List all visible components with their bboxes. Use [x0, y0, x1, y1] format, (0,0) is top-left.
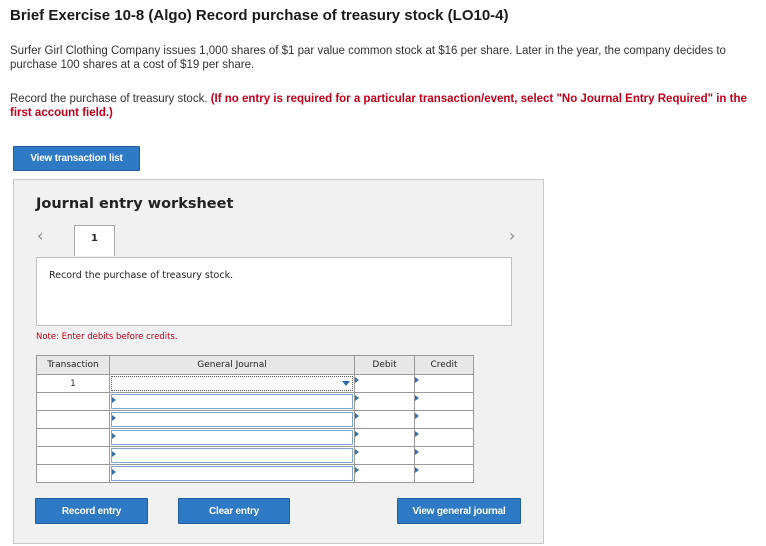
view-general-journal-button[interactable]: View general journal — [397, 498, 521, 524]
transaction-description: Record the purchase of treasury stock. — [49, 270, 234, 281]
chevron-left-icon[interactable]: ‹ — [37, 226, 43, 245]
cell-marker-icon — [415, 413, 419, 419]
chevron-right-icon[interactable]: › — [509, 226, 515, 245]
view-transaction-list-button[interactable]: View transaction list — [13, 146, 140, 171]
worksheet-tab-1[interactable]: 1 — [74, 225, 115, 256]
account-select[interactable] — [109, 446, 355, 465]
transaction-description-box: Record the purchase of treasury stock. — [36, 257, 512, 326]
cell-marker-icon — [355, 467, 359, 473]
cell-marker-icon — [415, 431, 419, 437]
table-row — [36, 392, 474, 411]
instruction-text: Record the purchase of treasury stock. — [10, 93, 208, 105]
account-field[interactable] — [111, 412, 353, 427]
column-header-transaction: Transaction — [36, 355, 110, 375]
column-header-credit: Credit — [414, 355, 474, 375]
page-title: Brief Exercise 10-8 (Algo) Record purcha… — [10, 7, 509, 24]
column-header-general-journal: General Journal — [109, 355, 355, 375]
problem-text: Surfer Girl Clothing Company issues 1,00… — [10, 45, 726, 71]
table-row: 1 — [36, 374, 474, 393]
journal-table: Transaction General Journal Debit Credit… — [36, 355, 474, 483]
debit-input[interactable] — [354, 428, 415, 447]
debit-input[interactable] — [354, 446, 415, 465]
cell-marker-icon — [112, 469, 116, 475]
account-field[interactable] — [111, 430, 353, 445]
account-field[interactable] — [111, 394, 353, 409]
cell-marker-icon — [415, 377, 419, 383]
cell-marker-icon — [415, 467, 419, 473]
credit-input[interactable] — [414, 392, 474, 411]
debit-credit-note: Note: Enter debits before credits. — [36, 332, 178, 342]
transaction-cell — [36, 446, 110, 465]
table-row — [36, 446, 474, 465]
cell-marker-icon — [112, 415, 116, 421]
worksheet-title: Journal entry worksheet — [36, 196, 234, 212]
cell-marker-icon — [112, 451, 116, 457]
record-entry-button[interactable]: Record entry — [35, 498, 148, 524]
cell-marker-icon — [355, 395, 359, 401]
debit-input[interactable] — [354, 374, 415, 393]
cell-marker-icon — [355, 449, 359, 455]
table-row — [36, 410, 474, 429]
account-select[interactable] — [109, 374, 355, 393]
credit-input[interactable] — [414, 374, 474, 393]
account-field[interactable] — [111, 376, 353, 391]
cell-marker-icon — [355, 413, 359, 419]
transaction-cell — [36, 392, 110, 411]
account-field[interactable] — [111, 448, 353, 463]
transaction-cell — [36, 428, 110, 447]
table-row — [36, 464, 474, 483]
transaction-cell: 1 — [36, 374, 110, 393]
journal-entry-worksheet: Journal entry worksheet ‹ 1 › Record the… — [13, 179, 544, 544]
account-select[interactable] — [109, 464, 355, 483]
cell-marker-icon — [415, 449, 419, 455]
cell-marker-icon — [355, 377, 359, 383]
debit-input[interactable] — [354, 464, 415, 483]
account-select[interactable] — [109, 392, 355, 411]
transaction-cell — [36, 464, 110, 483]
credit-input[interactable] — [414, 464, 474, 483]
cell-marker-icon — [112, 433, 116, 439]
debit-input[interactable] — [354, 410, 415, 429]
clear-entry-button[interactable]: Clear entry — [178, 498, 290, 524]
credit-input[interactable] — [414, 428, 474, 447]
debit-input[interactable] — [354, 392, 415, 411]
table-row — [36, 428, 474, 447]
credit-input[interactable] — [414, 446, 474, 465]
cell-marker-icon — [355, 431, 359, 437]
transaction-cell — [36, 410, 110, 429]
account-select[interactable] — [109, 428, 355, 447]
account-field[interactable] — [111, 466, 353, 481]
instruction: Record the purchase of treasury stock. (… — [10, 92, 762, 120]
cell-marker-icon — [112, 397, 116, 403]
credit-input[interactable] — [414, 410, 474, 429]
caret-down-icon[interactable] — [342, 381, 350, 386]
account-select[interactable] — [109, 410, 355, 429]
column-header-debit: Debit — [354, 355, 415, 375]
cell-marker-icon — [415, 395, 419, 401]
